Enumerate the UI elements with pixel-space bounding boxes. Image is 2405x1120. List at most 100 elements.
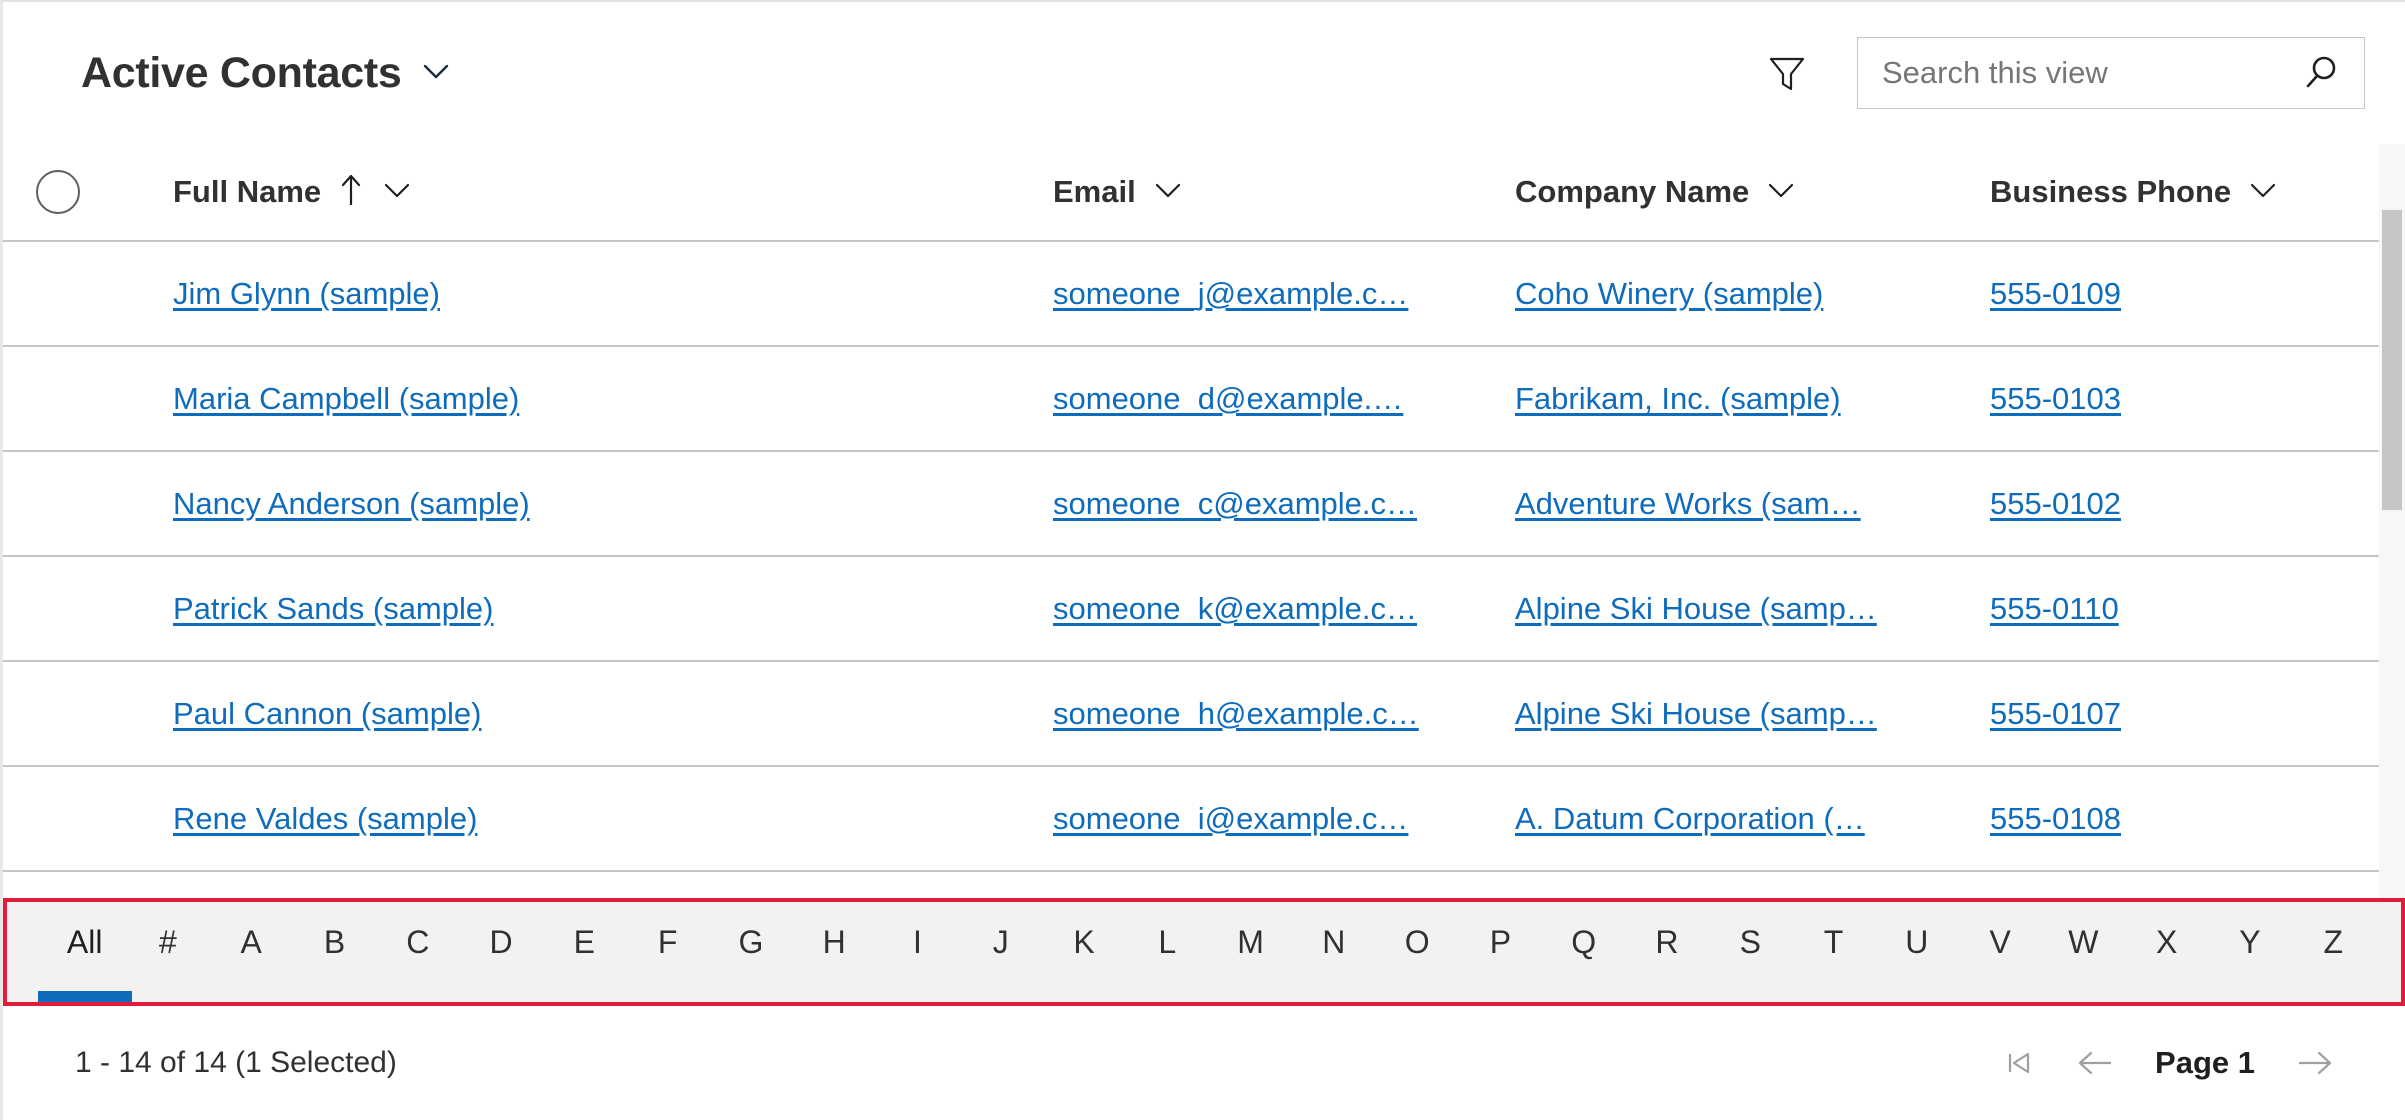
search-box[interactable] [1857, 37, 2365, 109]
scrollbar-thumb[interactable] [2382, 210, 2402, 510]
cell-business-phone-link[interactable]: 555-0103 [1990, 381, 2382, 417]
page-first-icon[interactable] [1981, 1030, 2057, 1096]
cell-company-name-link[interactable]: Alpine Ski House (samp… [1515, 591, 1990, 627]
alpha-filter-label: H [822, 924, 846, 960]
chevron-down-icon[interactable] [1765, 174, 1797, 211]
cell-business-phone-link[interactable]: 555-0107 [1990, 696, 2382, 732]
cell-business-phone: 555-0109 [1990, 276, 2382, 312]
alpha-filter-label: E [573, 924, 595, 960]
cell-company-name-link[interactable]: A. Datum Corporation (… [1515, 801, 1990, 837]
cell-business-phone: 555-0108 [1990, 801, 2382, 837]
cell-full-name-link[interactable]: Paul Cannon (sample) [173, 696, 1053, 732]
alpha-filter-a[interactable]: A [210, 902, 293, 1002]
table-row[interactable]: Nancy Anderson (sample) someone_c@example… [3, 452, 2382, 557]
table-row[interactable]: Maria Campbell (sample) someone_d@example… [3, 347, 2382, 452]
alpha-filter-v[interactable]: V [1958, 902, 2041, 1002]
alpha-filter-p[interactable]: P [1459, 902, 1542, 1002]
arrow-right-icon[interactable] [2277, 1030, 2353, 1096]
column-header-business-phone[interactable]: Business Phone [1990, 174, 2382, 211]
alpha-filter-w[interactable]: W [2042, 902, 2125, 1002]
alpha-filter-q[interactable]: Q [1542, 902, 1625, 1002]
alpha-filter-label: J [992, 924, 1009, 960]
cell-email: someone_h@example.c… [1053, 696, 1515, 732]
alpha-filter-h[interactable]: H [793, 902, 876, 1002]
alpha-filter-l[interactable]: L [1126, 902, 1209, 1002]
cell-email-link[interactable]: someone_h@example.c… [1053, 696, 1515, 732]
filter-funnel-icon[interactable] [1755, 41, 1819, 105]
table-row[interactable]: Rene Valdes (sample) someone_i@example.c…… [3, 767, 2382, 872]
chevron-down-icon[interactable] [1152, 174, 1184, 211]
alpha-filter-j[interactable]: J [959, 902, 1042, 1002]
alpha-filter-x[interactable]: X [2125, 902, 2208, 1002]
alpha-filter-n[interactable]: N [1292, 902, 1375, 1002]
cell-full-name-link[interactable]: Maria Campbell (sample) [173, 381, 1053, 417]
cell-business-phone-link[interactable]: 555-0110 [1990, 591, 2382, 627]
cell-email-link[interactable]: someone_k@example.c… [1053, 591, 1515, 627]
alpha-filter-label: Q [1571, 924, 1597, 960]
column-header-company-name[interactable]: Company Name [1515, 174, 1990, 211]
grid-body: Jim Glynn (sample) someone_j@example.c… Co… [3, 242, 2405, 872]
view-selector[interactable]: Active Contacts [81, 49, 453, 98]
alpha-filter-label: R [1655, 924, 1679, 960]
alpha-filter-s[interactable]: S [1709, 902, 1792, 1002]
cell-company-name-link[interactable]: Adventure Works (sam… [1515, 486, 1990, 522]
cell-business-phone-link[interactable]: 555-0102 [1990, 486, 2382, 522]
alpha-filter-label: F [657, 924, 678, 960]
alpha-filter-label: M [1237, 924, 1264, 960]
alpha-filter-hash[interactable]: # [126, 902, 209, 1002]
alpha-filter-label: L [1158, 924, 1177, 960]
cell-business-phone-link[interactable]: 555-0108 [1990, 801, 2382, 837]
column-header-email[interactable]: Email [1053, 174, 1515, 211]
select-all-circle-icon[interactable] [36, 170, 80, 214]
search-input[interactable] [1882, 55, 2294, 91]
cell-company-name-link[interactable]: Coho Winery (sample) [1515, 276, 1990, 312]
cell-full-name-link[interactable]: Jim Glynn (sample) [173, 276, 1053, 312]
cell-company-name-link[interactable]: Alpine Ski House (samp… [1515, 696, 1990, 732]
alpha-filter-label: K [1073, 924, 1095, 960]
alpha-filter-label: V [1989, 924, 2011, 960]
chevron-down-icon[interactable] [419, 54, 453, 93]
cell-email: someone_c@example.c… [1053, 486, 1515, 522]
alpha-filter-o[interactable]: O [1376, 902, 1459, 1002]
alpha-filter-label: Z [2323, 924, 2343, 960]
alpha-filter-label: O [1404, 924, 1430, 960]
alpha-filter-m[interactable]: M [1209, 902, 1292, 1002]
vertical-scrollbar[interactable] [2379, 144, 2405, 898]
alpha-filter-g[interactable]: G [709, 902, 792, 1002]
cell-email: someone_j@example.c… [1053, 276, 1515, 312]
cell-company-name-link[interactable]: Fabrikam, Inc. (sample) [1515, 381, 1990, 417]
alpha-filter-t[interactable]: T [1792, 902, 1875, 1002]
search-magnifier-icon[interactable] [2294, 46, 2348, 100]
alpha-filter-u[interactable]: U [1875, 902, 1958, 1002]
alpha-filter-i[interactable]: I [876, 902, 959, 1002]
cell-email-link[interactable]: someone_i@example.c… [1053, 801, 1515, 837]
alpha-filter-f[interactable]: F [626, 902, 709, 1002]
cell-full-name-link[interactable]: Nancy Anderson (sample) [173, 486, 1053, 522]
column-header-full-name[interactable]: Full Name [113, 171, 1053, 214]
cell-full-name: Paul Cannon (sample) [113, 696, 1053, 732]
cell-business-phone-link[interactable]: 555-0109 [1990, 276, 2382, 312]
arrow-left-icon[interactable] [2057, 1030, 2133, 1096]
alpha-filter-z[interactable]: Z [2292, 902, 2375, 1002]
alpha-filter-d[interactable]: D [459, 902, 542, 1002]
alpha-filter-label: # [159, 924, 177, 960]
cell-email-link[interactable]: someone_d@example.… [1053, 381, 1515, 417]
alpha-filter-b[interactable]: B [293, 902, 376, 1002]
table-row[interactable]: Paul Cannon (sample) someone_h@example.c…… [3, 662, 2382, 767]
cell-email-link[interactable]: someone_c@example.c… [1053, 486, 1515, 522]
alpha-filter-all[interactable]: All [37, 902, 132, 1002]
chevron-down-icon[interactable] [2247, 174, 2279, 211]
cell-full-name-link[interactable]: Patrick Sands (sample) [173, 591, 1053, 627]
contacts-grid-app: Active Contacts Search this view Full Na… [0, 0, 2405, 1120]
alpha-filter-e[interactable]: E [543, 902, 626, 1002]
cell-full-name-link[interactable]: Rene Valdes (sample) [173, 801, 1053, 837]
table-row[interactable]: Patrick Sands (sample) someone_k@example.… [3, 557, 2382, 662]
alpha-filter-r[interactable]: R [1625, 902, 1708, 1002]
cell-email-link[interactable]: someone_j@example.c… [1053, 276, 1515, 312]
table-row[interactable]: Jim Glynn (sample) someone_j@example.c… Co… [3, 242, 2382, 347]
cell-company-name: Adventure Works (sam… [1515, 486, 1990, 522]
alpha-filter-k[interactable]: K [1042, 902, 1125, 1002]
alpha-filter-y[interactable]: Y [2208, 902, 2291, 1002]
alpha-filter-c[interactable]: C [376, 902, 459, 1002]
chevron-down-icon[interactable] [381, 174, 413, 211]
